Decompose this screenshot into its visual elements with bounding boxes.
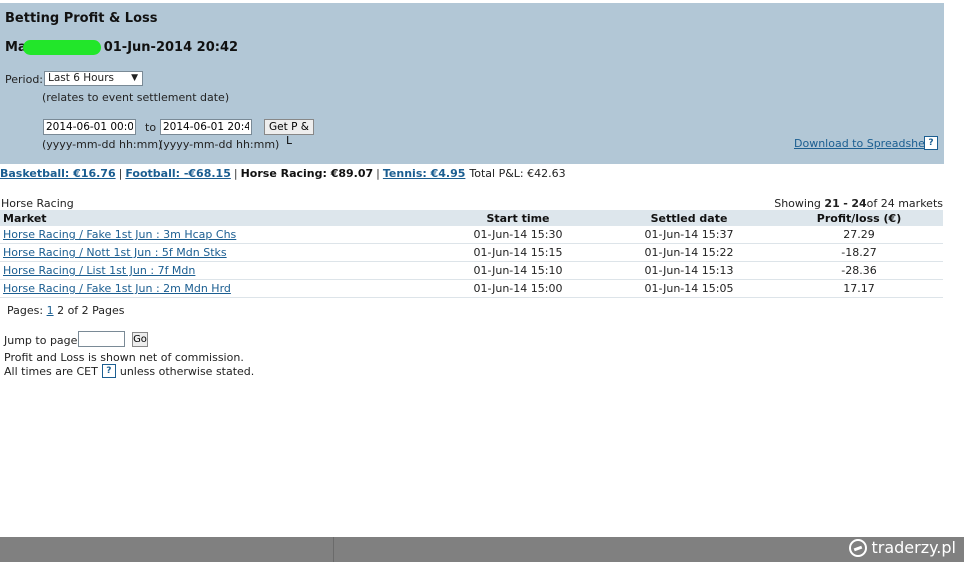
timezone-note-end: unless otherwise stated. xyxy=(119,364,255,378)
profit-loss-cell: 17.17 xyxy=(775,279,943,298)
period-label: Period: xyxy=(5,73,44,86)
market-link[interactable]: Horse Racing / Nott 1st Jun : 5f Mdn Stk… xyxy=(3,246,227,259)
header-profit-loss: Profit/loss (€) xyxy=(775,210,943,226)
header-market: Market xyxy=(0,210,433,226)
table-row: Horse Racing / List 1st Jun : 7f Mdn 01-… xyxy=(0,261,943,280)
help-icon[interactable]: ? xyxy=(924,136,938,150)
start-time-cell: 01-Jun-14 15:30 xyxy=(433,226,603,244)
showing-info: Showing 21 - 24of 24 markets xyxy=(774,197,943,210)
date-from-input[interactable] xyxy=(43,119,136,135)
watermark-logo-icon xyxy=(849,538,868,557)
settled-date-cell: 01-Jun-14 15:37 xyxy=(603,226,775,244)
market-link[interactable]: Horse Racing / Fake 1st Jun : 3m Hcap Ch… xyxy=(3,228,236,241)
download-spreadsheet-link[interactable]: Download to Spreadsheet xyxy=(794,137,936,150)
watermark-text: traderzy.pl xyxy=(871,538,956,557)
to-label: to xyxy=(145,121,157,134)
showing-dash: - xyxy=(843,197,848,210)
basketball-summary-link[interactable]: Basketball: €16.76 xyxy=(0,167,116,180)
horse-racing-summary: Horse Racing: €89.07 xyxy=(240,167,374,180)
profit-loss-cell: -28.36 xyxy=(775,261,943,280)
settled-date-cell: 01-Jun-14 15:13 xyxy=(603,261,775,280)
pagination: Pages: 1 2 of 2 Pages xyxy=(7,304,125,317)
jump-to-page-label: Jump to page: xyxy=(4,334,82,347)
table-row: Horse Racing / Fake 1st Jun : 3m Hcap Ch… xyxy=(0,226,943,244)
start-time-cell: 01-Jun-14 15:10 xyxy=(433,261,603,280)
settled-date-cell: 01-Jun-14 15:05 xyxy=(603,279,775,298)
account-line: Ma 01-Jun-2014 20:42 xyxy=(5,40,238,55)
settled-date-cell: 01-Jun-14 15:22 xyxy=(603,243,775,262)
pages-of-label: of 2 Pages xyxy=(67,304,125,317)
date-format-hint-to: (yyyy-mm-dd hh:mm) xyxy=(159,138,280,151)
start-time-cell: 01-Jun-14 15:00 xyxy=(433,279,603,298)
account-datetime: 01-Jun-2014 20:42 xyxy=(103,40,239,55)
separator: | xyxy=(118,167,123,180)
table-row: Horse Racing / Fake 1st Jun : 2m Mdn Hrd… xyxy=(0,279,943,298)
go-button[interactable]: Go xyxy=(132,332,148,347)
timezone-note-start: All times are CET xyxy=(4,364,98,378)
header-panel: Betting Profit & Loss Ma 01-Jun-2014 20:… xyxy=(0,3,944,164)
timezone-note: All times are CET ? unless otherwise sta… xyxy=(4,364,254,378)
tennis-summary-link[interactable]: Tennis: €4.95 xyxy=(383,167,466,180)
header-settled-date: Settled date xyxy=(603,210,775,226)
showing-suffix: of 24 markets xyxy=(866,197,943,210)
watermark: traderzy.pl xyxy=(849,538,956,557)
footer-bar xyxy=(0,537,964,562)
profit-loss-cell: 27.29 xyxy=(775,226,943,244)
get-pl-button[interactable]: Get P & L xyxy=(264,119,314,147)
page-link-1[interactable]: 1 xyxy=(47,304,54,317)
date-format-hint-from: (yyyy-mm-dd hh:mm) xyxy=(42,138,163,151)
showing-from: 21 xyxy=(824,197,840,210)
start-time-cell: 01-Jun-14 15:15 xyxy=(433,243,603,262)
help-icon[interactable]: ? xyxy=(101,364,116,378)
football-summary-link[interactable]: Football: -€68.15 xyxy=(125,167,231,180)
page-current-2: 2 xyxy=(57,304,65,317)
header-start-time: Start time xyxy=(433,210,603,226)
profit-loss-cell: -18.27 xyxy=(775,243,943,262)
section-label: Horse Racing xyxy=(1,197,74,210)
market-link[interactable]: Horse Racing / Fake 1st Jun : 2m Mdn Hrd xyxy=(3,282,231,295)
period-hint: (relates to event settlement date) xyxy=(42,91,230,104)
period-select-value: Last 6 Hours xyxy=(48,72,114,84)
page-title: Betting Profit & Loss xyxy=(5,11,158,26)
results-table: Market Start time Settled date Profit/lo… xyxy=(0,210,943,298)
separator: | xyxy=(376,167,380,180)
showing-to: 24 xyxy=(851,197,867,210)
dropdown-arrow-icon: ▼ xyxy=(131,73,138,83)
date-to-input[interactable] xyxy=(160,119,252,135)
footer-divider xyxy=(333,537,334,562)
sport-summary-bar: Basketball: €16.76 | Football: -€68.15 | Hor… xyxy=(0,167,566,180)
market-link[interactable]: Horse Racing / List 1st Jun : 7f Mdn xyxy=(3,264,195,277)
pages-label: Pages: xyxy=(7,304,44,317)
redaction-mark xyxy=(22,40,101,55)
table-header-row: Market Start time Settled date Profit/lo… xyxy=(0,210,943,226)
jump-to-page-input[interactable] xyxy=(78,331,125,347)
table-row: Horse Racing / Nott 1st Jun : 5f Mdn Stk… xyxy=(0,243,943,262)
period-select[interactable]: Last 6 Hours ▼ xyxy=(44,71,143,86)
total-pl: Total P&L: €42.63 xyxy=(469,167,566,180)
showing-prefix: Showing xyxy=(774,197,821,210)
commission-note: Profit and Loss is shown net of commissi… xyxy=(4,351,244,364)
separator: | xyxy=(233,167,238,180)
